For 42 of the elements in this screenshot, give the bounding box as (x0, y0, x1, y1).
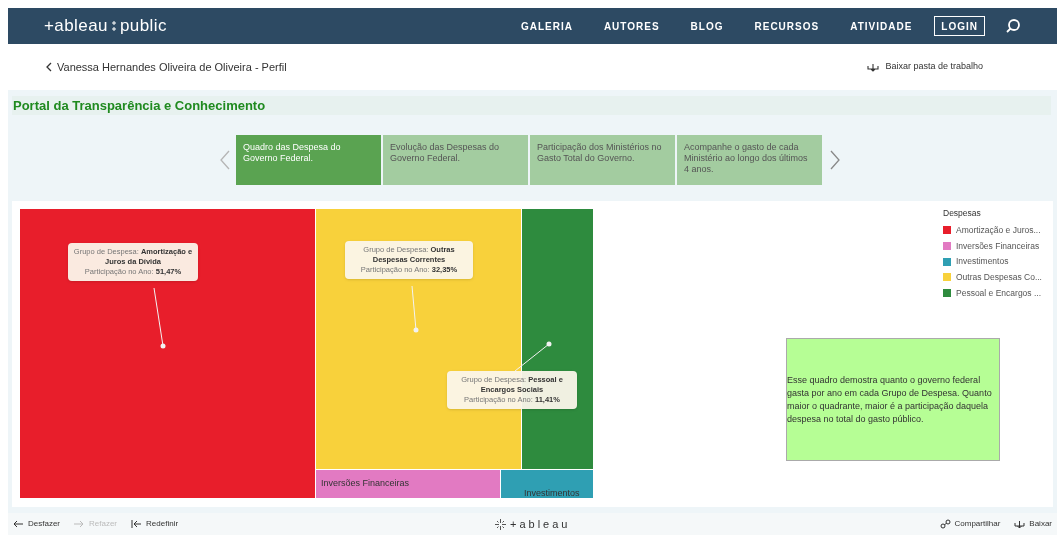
legend-label[interactable]: Investimentos (956, 255, 1009, 268)
nav-link[interactable]: ATIVIDADE (850, 18, 913, 34)
leader-line (153, 287, 166, 349)
share-icon (939, 519, 951, 529)
legend-label[interactable]: Inversões Financeiras (956, 239, 1040, 253)
note-box: Esse quadro demostra quanto o governo federal gasta por ano em cada Grupo de Despesa. Quanto maior o quadrante, maior é a participação daquela despesa no total do gasto público. (786, 338, 1000, 461)
legend-title: Despesas (943, 207, 982, 220)
chevron-right-icon[interactable] (830, 150, 840, 170)
leader-line (411, 285, 419, 333)
nav-link[interactable]: RECURSOS (754, 18, 820, 34)
nav-link[interactable]: GALERIA (520, 18, 573, 34)
story-point-tab[interactable]: Acompanhe o gasto de cada Ministério ao longo dos últimos 4 anos. (677, 135, 822, 185)
toolbar-button[interactable]: Desfazer (13, 518, 60, 530)
back-link[interactable]: Vanessa Hernandes Oliveira de Oliveira - Perfil (46, 58, 287, 76)
toolbar-button[interactable]: Compartilhar (939, 518, 1001, 530)
search-icon[interactable] (1005, 18, 1021, 34)
legend-label[interactable]: Outras Despesas Co... (956, 271, 1042, 284)
logo-text[interactable]: +ableau (44, 13, 108, 39)
toolbar-button[interactable]: Redefinir (131, 518, 179, 530)
nav-link[interactable]: BLOG (690, 18, 724, 34)
treemap-tile[interactable] (20, 209, 316, 499)
tile-label: Investimentos (523, 488, 580, 498)
legend-label[interactable]: Pessoal e Encargos ... (956, 286, 1042, 300)
download-icon (867, 61, 880, 73)
tile-label: Inversões Financeiras (321, 477, 410, 491)
brand-logo[interactable]: +ableau (510, 515, 571, 533)
story-point-tab[interactable]: Evolução das Despesas do Governo Federal. (383, 135, 528, 185)
legend-label[interactable]: Amortização e Juros... (956, 223, 1041, 237)
download-icon (1014, 519, 1026, 529)
logo-text[interactable]: public (119, 13, 167, 39)
treemap-tile[interactable]: Inversões Financeiras (316, 470, 501, 499)
story-point-tab[interactable]: Participação dos Ministérios no Gasto Total do Governo. (530, 135, 675, 185)
download-link[interactable]: Baixar pasta de trabalho (867, 60, 983, 74)
nav-link[interactable]: AUTORES (603, 18, 660, 34)
chevron-left-icon (46, 62, 52, 72)
login-button[interactable]: LOGIN (934, 16, 985, 36)
arrow-right-icon (74, 519, 85, 529)
toolbar-button[interactable]: Baixar (1014, 518, 1052, 530)
dashboard-title: Portal da Transparência e Conhecimento (13, 96, 266, 115)
arrow-left-icon (13, 519, 24, 529)
reset-icon (131, 519, 143, 529)
treemap-tile[interactable]: Investimentos (501, 470, 594, 499)
